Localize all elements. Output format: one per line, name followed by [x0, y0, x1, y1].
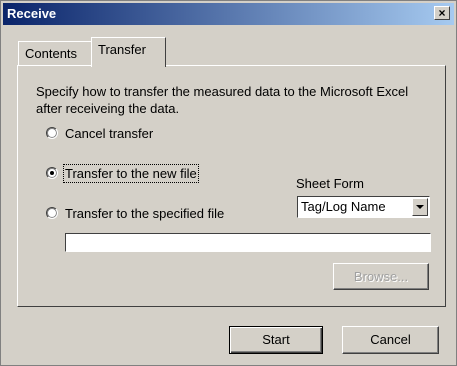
option-new-file[interactable]: Transfer to the new file: [46, 163, 199, 183]
option-new-file-label: Transfer to the new file: [63, 163, 199, 183]
browse-button[interactable]: Browse...: [333, 263, 429, 290]
option-specified-file-label: Transfer to the specified file: [65, 205, 225, 221]
tab-transfer[interactable]: Transfer: [91, 37, 166, 67]
radio-cancel-transfer[interactable]: [46, 127, 58, 139]
receive-dialog: Receive × Contents Transfer Specify how …: [0, 0, 457, 366]
file-path-input[interactable]: [65, 233, 431, 252]
sheet-form-select[interactable]: Tag/Log Name: [297, 196, 430, 218]
sheet-form-value: Tag/Log Name: [301, 199, 386, 214]
option-specified-file[interactable]: Transfer to the specified file: [46, 204, 224, 222]
option-cancel-transfer-label: Cancel transfer: [65, 125, 154, 141]
close-button[interactable]: ×: [434, 6, 450, 20]
cancel-button[interactable]: Cancel: [342, 326, 439, 354]
transfer-description: Specify how to transfer the measured dat…: [36, 84, 409, 116]
sheet-form-label: Sheet Form: [296, 176, 364, 191]
start-button[interactable]: Start: [229, 326, 323, 354]
window-title: Receive: [7, 6, 57, 21]
radio-new-file[interactable]: [46, 167, 58, 179]
radio-specified-file[interactable]: [46, 207, 58, 219]
title-bar: Receive ×: [3, 3, 454, 25]
option-cancel-transfer[interactable]: Cancel transfer: [46, 124, 153, 142]
transfer-panel: Specify how to transfer the measured dat…: [17, 65, 446, 307]
tab-contents[interactable]: Contents: [18, 41, 92, 65]
chevron-down-icon[interactable]: [412, 198, 428, 216]
